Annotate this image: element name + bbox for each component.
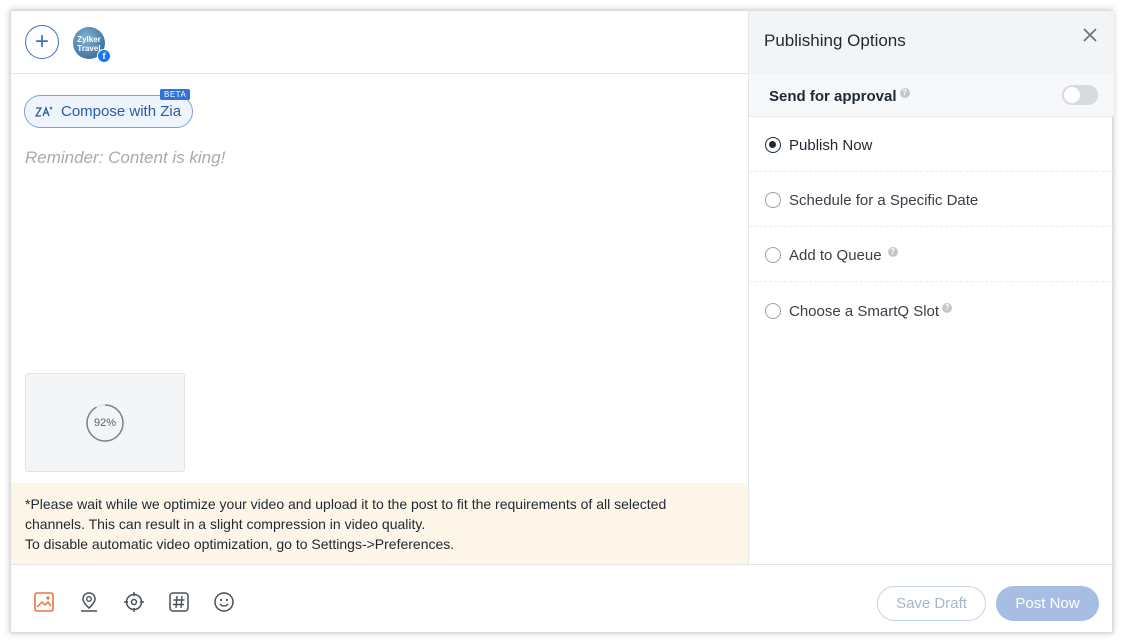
hashtag-icon[interactable] [168,591,190,613]
option-label: Choose a SmartQ Slot? [789,303,953,320]
save-draft-button[interactable]: Save Draft [877,586,986,621]
approval-text: Send for approval [769,88,897,105]
video-upload-thumbnail: 92% [25,373,185,472]
approval-toggle[interactable] [1062,85,1098,105]
option-text: Choose a SmartQ Slot [789,303,940,320]
facebook-icon: f [97,49,111,63]
notice-line: channels. This can result in a slight co… [25,516,426,532]
channel-bar: + Zylker Travel f [11,11,749,74]
compose-window: + Zylker Travel f Compose with Zia BETA … [10,10,1114,634]
option-add-to-queue[interactable]: Add to Queue? [749,227,1114,282]
send-for-approval-label: Send for approval? [769,88,910,105]
target-icon[interactable] [123,591,145,613]
beta-badge: BETA [160,89,191,100]
toggle-knob [1064,87,1080,103]
notice-line: To disable automatic video optimization,… [25,536,455,552]
radio-publish-now[interactable] [765,137,781,153]
composer-toolbar: Save Draft Post Now [11,564,1114,634]
option-schedule[interactable]: Schedule for a Specific Date [749,172,1114,227]
send-for-approval-row: Send for approval? [749,74,1114,117]
option-label: Schedule for a Specific Date [789,192,979,209]
zia-icon [35,105,53,117]
zia-button-label: Compose with Zia [61,103,182,120]
help-icon[interactable]: ? [899,88,910,98]
help-icon[interactable]: ? [942,303,953,313]
upload-progress: 92% [84,402,126,444]
help-icon[interactable]: ? [887,247,898,257]
post-now-button[interactable]: Post Now [996,586,1099,621]
composer-panel: + Zylker Travel f Compose with Zia BETA … [11,11,749,564]
close-icon[interactable] [1081,26,1099,44]
location-icon[interactable] [78,591,100,613]
post-text-input[interactable]: Reminder: Content is king! [25,148,225,168]
add-channel-button[interactable]: + [25,25,59,59]
notice-line: *Please wait while we optimize your vide… [25,496,667,512]
radio-schedule[interactable] [765,192,781,208]
upload-progress-label: 92% [93,416,117,429]
option-smartq-slot[interactable]: Choose a SmartQ Slot? [749,282,1114,337]
publishing-options-panel: Publishing Options Send for approval? Pu… [749,11,1114,564]
video-optimization-notice: *Please wait while we optimize your vide… [11,483,748,564]
option-label: Add to Queue? [789,247,898,264]
option-text: Add to Queue [789,247,882,264]
radio-add-to-queue[interactable] [765,247,781,263]
emoji-icon[interactable] [213,591,235,613]
panel-header: Publishing Options [749,11,1114,74]
image-icon[interactable] [33,591,55,613]
option-publish-now[interactable]: Publish Now [749,117,1114,172]
radio-smartq-slot[interactable] [765,303,781,319]
option-label: Publish Now [789,137,873,154]
panel-title: Publishing Options [764,31,906,50]
